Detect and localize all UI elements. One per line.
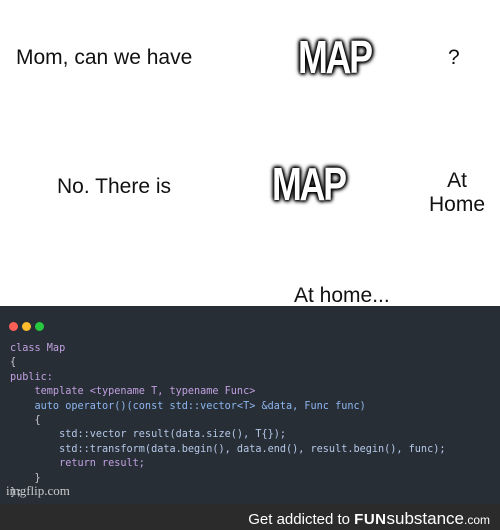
footer-prefix: Get addicted to	[248, 511, 355, 528]
caption-at-home-ellipsis: At home...	[294, 284, 390, 307]
question-mark: ?	[448, 46, 460, 69]
footer-text: Get addicted to FUNsubstance.com	[248, 509, 490, 529]
window-minimize-dot	[22, 322, 31, 331]
at-home-line-2: Home	[429, 193, 486, 216]
code-line: {	[10, 415, 41, 427]
brand-tld: .com	[463, 513, 490, 527]
caption-at-home: At Home	[429, 169, 485, 217]
code-line: template <typename T, typename Func>	[10, 386, 256, 398]
map-label-top: MAP	[298, 31, 373, 83]
code-line: public:	[10, 371, 53, 383]
code-window: class Map { public: template <typename T, …	[0, 306, 500, 504]
window-maximize-dot	[35, 322, 44, 331]
code-line: std::vector result(data.size(), T{});	[10, 429, 287, 441]
footer-banner: Get addicted to FUNsubstance.com	[0, 504, 500, 530]
at-home-line-1: At	[447, 169, 467, 192]
window-close-dot	[9, 322, 18, 331]
brand-fun: FUN	[354, 511, 387, 528]
brand-substance: substance	[386, 509, 464, 528]
code-line: return result;	[10, 458, 145, 470]
code-block: class Map { public: template <typename T, …	[10, 342, 445, 500]
code-line: auto operator()(const std::vector<T> &da…	[10, 400, 366, 412]
caption-mom-ask: Mom, can we have	[16, 46, 193, 69]
code-line: {	[10, 357, 17, 369]
code-line: }	[10, 472, 41, 484]
code-line: };	[10, 487, 23, 499]
map-label-middle: MAP	[272, 158, 347, 210]
caption-no-there-is: No. There is	[57, 175, 171, 198]
code-line: std::transform(data.begin(), data.end(),…	[10, 443, 446, 455]
imgflip-watermark: imgflip.com	[6, 483, 70, 498]
code-line: class Map	[10, 343, 66, 354]
